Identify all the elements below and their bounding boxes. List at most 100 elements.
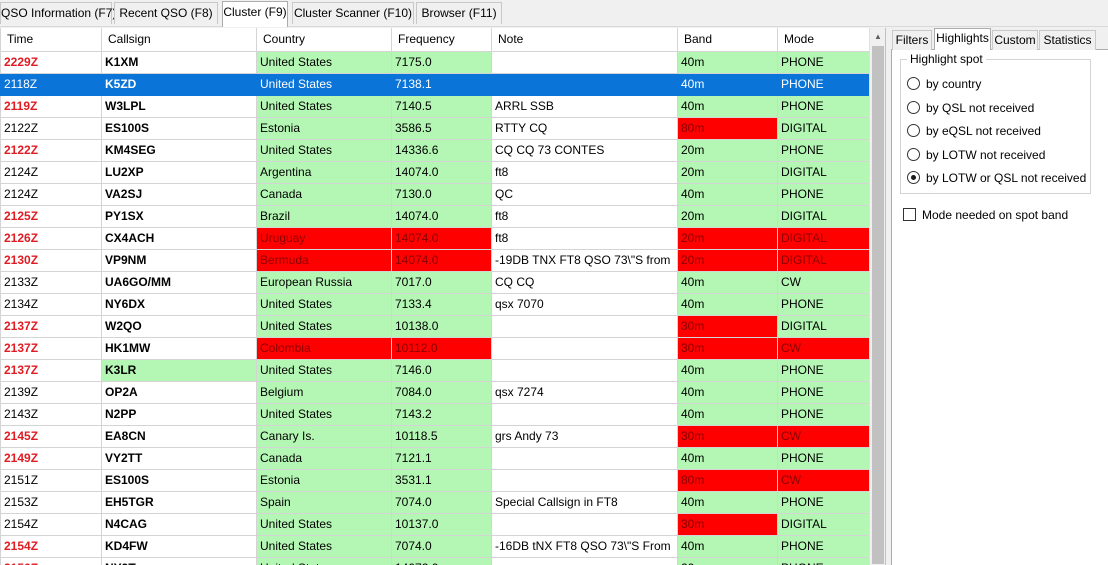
table-row[interactable]: 2137Z K3LR United States 7146.0 40m PHONE xyxy=(0,358,870,382)
cell-time[interactable]: 2133Z xyxy=(0,270,102,294)
cell-callsign[interactable]: KD4FW xyxy=(101,534,257,558)
cell-note[interactable] xyxy=(491,336,678,360)
cell-callsign[interactable]: PY1SX xyxy=(101,204,257,228)
mode-needed-checkbox[interactable] xyxy=(903,208,916,221)
cell-frequency[interactable]: 7074.0 xyxy=(391,534,492,558)
cell-country[interactable]: United States xyxy=(256,512,392,536)
column-header-country[interactable]: Country xyxy=(256,28,392,52)
cell-frequency[interactable]: 7121.1 xyxy=(391,446,492,470)
cell-band[interactable]: 20m xyxy=(677,248,778,272)
cell-country[interactable]: Uruguay xyxy=(256,226,392,250)
cell-note[interactable] xyxy=(491,556,678,565)
cell-callsign[interactable]: EA8CN xyxy=(101,424,257,448)
table-row[interactable]: 2154Z KD4FW United States 7074.0 -16DB tNX F… xyxy=(0,534,870,558)
radio-circle-icon[interactable] xyxy=(907,124,920,137)
cell-country[interactable]: United States xyxy=(256,50,392,74)
cell-frequency[interactable]: 14074.0 xyxy=(391,204,492,228)
cell-frequency[interactable]: 14072.0 xyxy=(391,556,492,565)
cell-time[interactable]: 2125Z xyxy=(0,204,102,228)
cell-frequency[interactable]: 7074.0 xyxy=(391,490,492,514)
cell-mode[interactable]: PHONE xyxy=(777,490,870,514)
table-row[interactable]: 2124Z VA2SJ Canada 7130.0 QC 40m PHONE xyxy=(0,182,870,206)
radio-by-qsl-not-received[interactable]: by QSL not received xyxy=(907,100,1034,116)
cell-callsign[interactable]: CX4ACH xyxy=(101,226,257,250)
tab-cluster[interactable]: Cluster (F9) xyxy=(222,1,288,27)
cell-band[interactable]: 80m xyxy=(677,468,778,492)
cell-band[interactable]: 40m xyxy=(677,182,778,206)
table-row[interactable]: 2149Z VY2TT Canada 7121.1 40m PHONE xyxy=(0,446,870,470)
cell-time[interactable]: 2139Z xyxy=(0,380,102,404)
cell-note[interactable]: ARRL SSB xyxy=(491,94,678,118)
cell-time[interactable]: 2118Z xyxy=(0,72,102,96)
cell-mode[interactable]: CW xyxy=(777,270,870,294)
cell-band[interactable]: 40m xyxy=(677,402,778,426)
cell-callsign[interactable]: N2PP xyxy=(101,402,257,426)
cell-mode[interactable]: PHONE xyxy=(777,380,870,404)
cell-mode[interactable]: PHONE xyxy=(777,72,870,96)
table-row[interactable]: 2122Z ES100S Estonia 3586.5 RTTY CQ 80m DIGITA… xyxy=(0,116,870,140)
cell-time[interactable]: 2124Z xyxy=(0,160,102,184)
cell-band[interactable]: 40m xyxy=(677,490,778,514)
cell-mode[interactable]: CW xyxy=(777,424,870,448)
cell-country[interactable]: Brazil xyxy=(256,204,392,228)
cell-mode[interactable]: PHONE xyxy=(777,292,870,316)
cell-note[interactable]: QC xyxy=(491,182,678,206)
cell-country[interactable]: Estonia xyxy=(256,116,392,140)
cell-frequency[interactable]: 3586.5 xyxy=(391,116,492,140)
cell-mode[interactable]: CW xyxy=(777,336,870,360)
cell-note[interactable] xyxy=(491,468,678,492)
cell-note[interactable] xyxy=(491,314,678,338)
cell-frequency[interactable]: 14074.0 xyxy=(391,160,492,184)
radio-circle-icon[interactable] xyxy=(907,148,920,161)
table-row[interactable]: 2139Z OP2A Belgium 7084.0 qsx 7274 40m PHONE xyxy=(0,380,870,404)
cell-note[interactable]: -19DB TNX FT8 QSO 73\"S from xyxy=(491,248,678,272)
cell-mode[interactable]: DIGITAL xyxy=(777,314,870,338)
cell-frequency[interactable]: 14336.6 xyxy=(391,138,492,162)
table-row[interactable]: 2130Z VP9NM Bermuda 14074.0 -19DB TNX FT8 QS… xyxy=(0,248,870,272)
cell-callsign[interactable]: NY6DX xyxy=(101,292,257,316)
cell-mode[interactable]: DIGITAL xyxy=(777,512,870,536)
cell-note[interactable]: ft8 xyxy=(491,204,678,228)
cell-time[interactable]: 2122Z xyxy=(0,138,102,162)
cell-country[interactable]: United States xyxy=(256,402,392,426)
table-row[interactable]: 2151Z ES100S Estonia 3531.1 80m CW xyxy=(0,468,870,492)
cell-country[interactable]: Bermuda xyxy=(256,248,392,272)
table-row[interactable]: 2143Z N2PP United States 7143.2 40m PHONE xyxy=(0,402,870,426)
cell-frequency[interactable]: 10138.0 xyxy=(391,314,492,338)
tab-cluster-scanner[interactable]: Cluster Scanner (F10) xyxy=(292,2,414,24)
cell-time[interactable]: 2154Z xyxy=(0,512,102,536)
table-row[interactable]: 2137Z HK1MW Colombia 10112.0 30m CW xyxy=(0,336,870,360)
cell-frequency[interactable]: 14074.0 xyxy=(391,226,492,250)
scroll-up-arrow-icon[interactable]: ▲ xyxy=(870,28,885,45)
table-row[interactable]: 2137Z W2QO United States 10138.0 30m DIGITAL xyxy=(0,314,870,338)
table-row[interactable]: 2229Z K1XM United States 7175.0 40m PHONE xyxy=(0,50,870,74)
cell-callsign[interactable]: NY9T xyxy=(101,556,257,565)
cell-time[interactable]: 2145Z xyxy=(0,424,102,448)
cell-callsign[interactable]: ES100S xyxy=(101,468,257,492)
cell-time[interactable]: 2134Z xyxy=(0,292,102,316)
cell-callsign[interactable]: EH5TGR xyxy=(101,490,257,514)
cell-band[interactable]: 20m xyxy=(677,204,778,228)
cell-mode[interactable]: PHONE xyxy=(777,182,870,206)
cell-frequency[interactable]: 7146.0 xyxy=(391,358,492,382)
cell-callsign[interactable]: OP2A xyxy=(101,380,257,404)
cell-note[interactable]: ft8 xyxy=(491,226,678,250)
cell-time[interactable]: 2149Z xyxy=(0,446,102,470)
cell-band[interactable]: 30m xyxy=(677,314,778,338)
cell-callsign[interactable]: VY2TT xyxy=(101,446,257,470)
column-header-time[interactable]: Time xyxy=(0,28,102,52)
scrollbar-thumb[interactable] xyxy=(872,46,884,564)
table-row[interactable]: 2145Z EA8CN Canary Is. 10118.5 grs Andy 73 30… xyxy=(0,424,870,448)
cell-band[interactable]: 40m xyxy=(677,292,778,316)
cell-callsign[interactable]: W3LPL xyxy=(101,94,257,118)
cell-band[interactable]: 40m xyxy=(677,50,778,74)
cell-note[interactable] xyxy=(491,50,678,74)
cell-country[interactable]: Argentina xyxy=(256,160,392,184)
cell-band[interactable]: 40m xyxy=(677,380,778,404)
cell-frequency[interactable]: 10112.0 xyxy=(391,336,492,360)
radio-circle-icon[interactable] xyxy=(907,101,920,114)
cell-country[interactable]: United States xyxy=(256,94,392,118)
cell-frequency[interactable]: 7143.2 xyxy=(391,402,492,426)
tab-recent-qso[interactable]: Recent QSO (F8) xyxy=(114,2,218,24)
cell-frequency[interactable]: 10118.5 xyxy=(391,424,492,448)
